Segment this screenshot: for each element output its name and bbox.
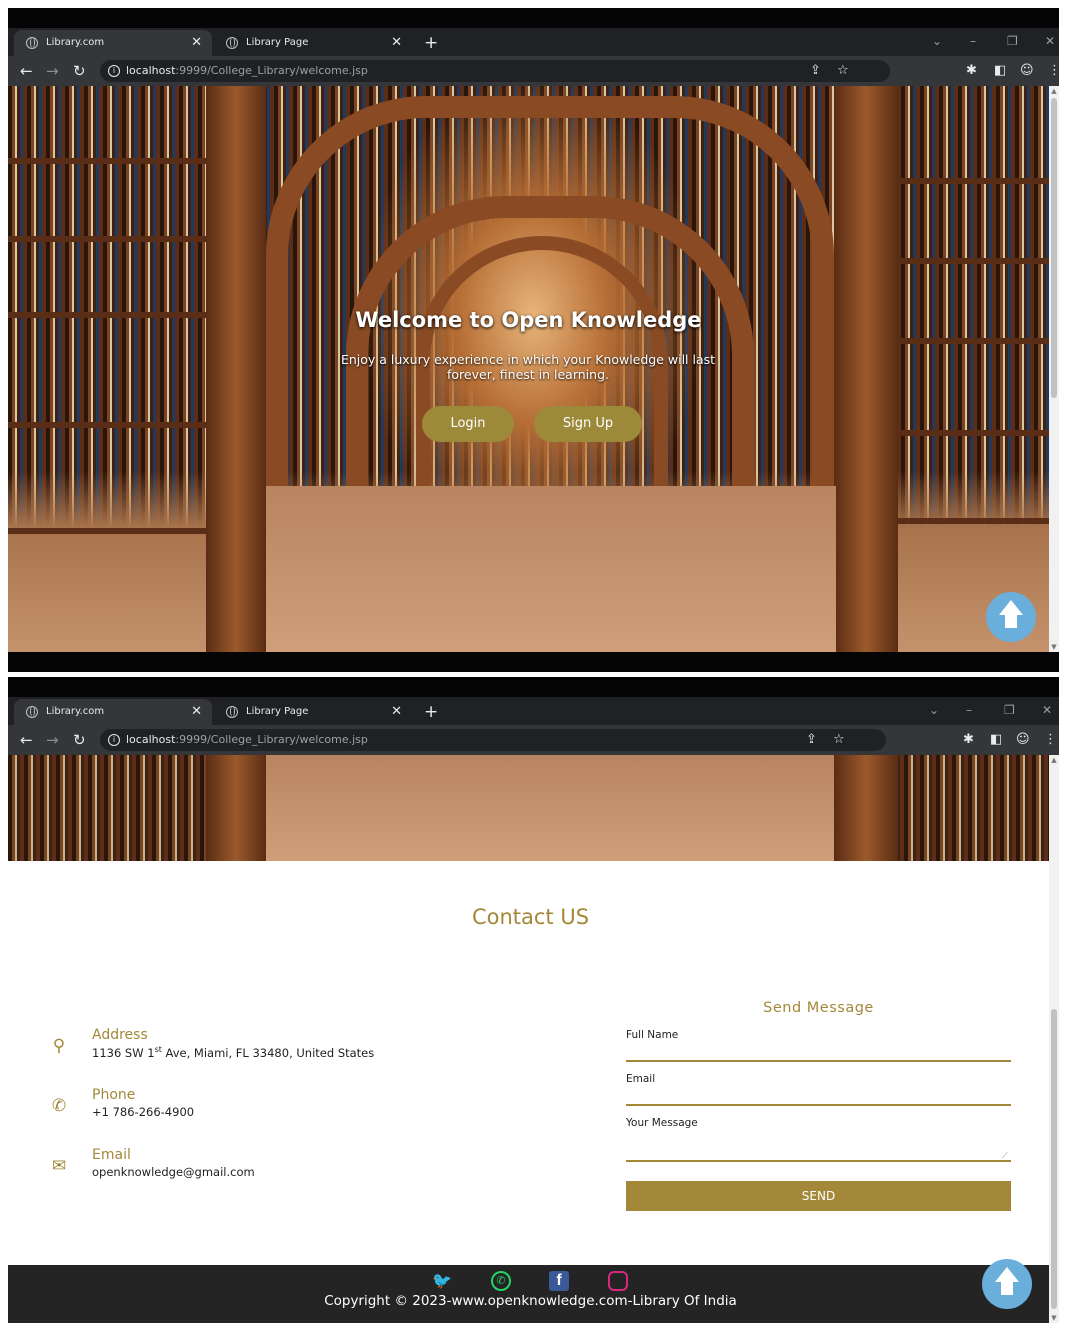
footer: 🐦 ✆ f Copyright © 2023-www.openknowledge… bbox=[8, 1265, 1053, 1323]
send-button[interactable]: SEND bbox=[626, 1181, 1011, 1211]
email-input[interactable] bbox=[626, 1104, 1011, 1106]
tab-label: Library Page bbox=[246, 706, 309, 717]
forward-icon[interactable]: → bbox=[46, 61, 59, 81]
scroll-to-top-button[interactable] bbox=[986, 592, 1036, 642]
page-viewport: Contact US ⚲ Address 1136 SW 1st Ave, Mi… bbox=[8, 755, 1059, 1323]
scrollbar-thumb[interactable] bbox=[1051, 98, 1057, 398]
minimize-button[interactable]: – bbox=[966, 699, 972, 721]
forward-icon[interactable]: → bbox=[46, 730, 59, 750]
menu-icon[interactable]: ⋮ bbox=[1044, 731, 1057, 749]
globe-icon bbox=[226, 706, 238, 718]
scroll-up-arrow[interactable]: ▲ bbox=[1049, 86, 1059, 96]
copyright-text: Copyright © 2023-www.openknowledge.com-L… bbox=[324, 1293, 737, 1309]
full-name-label: Full Name bbox=[626, 1029, 679, 1041]
site-info-icon[interactable]: i bbox=[108, 65, 120, 77]
globe-icon bbox=[26, 706, 38, 718]
share-icon[interactable]: ⇪ bbox=[810, 62, 821, 80]
url-text: localhost:9999/College_Library/welcome.j… bbox=[126, 64, 368, 77]
instagram-icon[interactable] bbox=[608, 1271, 628, 1291]
address-bar[interactable]: i localhost:9999/College_Library/welcome… bbox=[100, 729, 886, 751]
back-icon[interactable]: ← bbox=[20, 61, 33, 81]
login-button[interactable]: Login bbox=[422, 406, 514, 442]
hero-title: Welcome to Open Knowledge bbox=[355, 308, 702, 332]
address-title: Address bbox=[92, 1027, 148, 1043]
tab-search-icon[interactable]: ⌄ bbox=[932, 30, 942, 52]
close-window-button[interactable]: ✕ bbox=[1045, 30, 1055, 52]
resize-handle-icon[interactable]: ⟋ bbox=[1002, 1151, 1008, 1161]
page-viewport: Welcome to Open Knowledge Enjoy a luxury… bbox=[8, 86, 1059, 652]
whatsapp-icon[interactable]: ✆ bbox=[491, 1271, 511, 1291]
tab-bar: Library.com ✕ Library Page ✕ + ⌄ – ❐ ✕ bbox=[8, 697, 1059, 725]
menu-icon[interactable]: ⋮ bbox=[1048, 62, 1061, 80]
phone-icon: ✆ bbox=[51, 1096, 67, 1116]
twitter-icon[interactable]: 🐦 bbox=[432, 1271, 452, 1291]
globe-icon bbox=[26, 37, 38, 49]
new-tab-button[interactable]: + bbox=[424, 30, 438, 56]
signup-button[interactable]: Sign Up bbox=[534, 406, 642, 442]
profile-icon[interactable]: ☺ bbox=[1020, 62, 1034, 80]
tab-label: Library.com bbox=[46, 706, 105, 717]
scroll-to-top-button[interactable] bbox=[982, 1259, 1032, 1309]
profile-icon[interactable]: ☺ bbox=[1016, 731, 1030, 749]
library-background-image bbox=[8, 755, 1053, 861]
new-tab-button[interactable]: + bbox=[424, 699, 438, 725]
close-tab-icon[interactable]: ✕ bbox=[391, 30, 402, 56]
map-pin-icon: ⚲ bbox=[52, 1036, 66, 1056]
close-tab-icon[interactable]: ✕ bbox=[391, 699, 402, 725]
email-title: Email bbox=[92, 1147, 131, 1163]
tab-library-page[interactable]: Library Page ✕ bbox=[214, 699, 412, 725]
phone-title: Phone bbox=[92, 1087, 136, 1103]
page-scrollbar[interactable]: ▲ ▼ bbox=[1049, 755, 1059, 1323]
browser-toolbar: ← → ↻ i localhost:9999/College_Library/w… bbox=[8, 725, 1059, 755]
side-panel-icon[interactable]: ◧ bbox=[994, 62, 1006, 80]
star-icon[interactable]: ☆ bbox=[837, 62, 849, 80]
globe-icon bbox=[226, 37, 238, 49]
address-bar[interactable]: i localhost:9999/College_Library/welcome… bbox=[100, 60, 890, 82]
email-text: openknowledge@gmail.com bbox=[92, 1165, 255, 1179]
browser-window-top: Library.com ✕ Library Page ✕ + ⌄ – ❐ ✕ ←… bbox=[8, 8, 1061, 672]
tab-library-com[interactable]: Library.com ✕ bbox=[14, 699, 212, 725]
tab-search-icon[interactable]: ⌄ bbox=[929, 699, 939, 721]
tab-label: Library Page bbox=[246, 37, 309, 48]
close-window-button[interactable]: ✕ bbox=[1042, 699, 1052, 721]
full-name-input[interactable] bbox=[626, 1060, 1011, 1062]
email-label: Email bbox=[626, 1073, 656, 1085]
back-icon[interactable]: ← bbox=[20, 730, 33, 750]
restore-button[interactable]: ❐ bbox=[1004, 699, 1015, 721]
message-textarea[interactable] bbox=[626, 1160, 1011, 1162]
phone-text: +1 786-266-4900 bbox=[92, 1105, 195, 1119]
reload-icon[interactable]: ↻ bbox=[73, 61, 86, 81]
restore-button[interactable]: ❐ bbox=[1007, 30, 1018, 52]
browser-toolbar: ← → ↻ i localhost:9999/College_Library/w… bbox=[8, 56, 1061, 86]
site-info-icon[interactable]: i bbox=[108, 734, 120, 746]
tab-library-com[interactable]: Library.com ✕ bbox=[14, 30, 212, 56]
star-icon[interactable]: ☆ bbox=[833, 731, 845, 749]
scrollbar-thumb[interactable] bbox=[1051, 1009, 1057, 1309]
hero-subtitle: Enjoy a luxury experience in which your … bbox=[340, 352, 716, 382]
envelope-icon: ✉ bbox=[51, 1156, 67, 1176]
scroll-down-arrow[interactable]: ▼ bbox=[1049, 1313, 1059, 1323]
address-text: 1136 SW 1st Ave, Miami, FL 33480, United… bbox=[92, 1045, 375, 1060]
minimize-button[interactable]: – bbox=[970, 30, 976, 52]
close-tab-icon[interactable]: ✕ bbox=[191, 30, 202, 56]
reload-icon[interactable]: ↻ bbox=[73, 730, 86, 750]
tab-library-page[interactable]: Library Page ✕ bbox=[214, 30, 412, 56]
message-label: Your Message bbox=[626, 1117, 698, 1129]
share-icon[interactable]: ⇪ bbox=[806, 731, 817, 749]
close-tab-icon[interactable]: ✕ bbox=[191, 699, 202, 725]
tab-bar: Library.com ✕ Library Page ✕ + ⌄ – ❐ ✕ bbox=[8, 28, 1059, 56]
page-scrollbar[interactable]: ▲ ▼ bbox=[1049, 86, 1059, 652]
contact-title: Contact US bbox=[471, 905, 590, 929]
extensions-icon[interactable]: ✱ bbox=[963, 731, 974, 749]
facebook-icon[interactable]: f bbox=[549, 1271, 569, 1291]
send-message-title: Send Message bbox=[763, 1000, 874, 1016]
extensions-icon[interactable]: ✱ bbox=[966, 62, 977, 80]
url-text: localhost:9999/College_Library/welcome.j… bbox=[126, 733, 368, 746]
scroll-down-arrow[interactable]: ▼ bbox=[1049, 642, 1059, 652]
side-panel-icon[interactable]: ◧ bbox=[990, 731, 1002, 749]
browser-window-bottom: Library.com ✕ Library Page ✕ + ⌄ – ❐ ✕ ←… bbox=[8, 677, 1059, 1323]
tab-label: Library.com bbox=[46, 37, 105, 48]
scroll-up-arrow[interactable]: ▲ bbox=[1049, 755, 1059, 765]
